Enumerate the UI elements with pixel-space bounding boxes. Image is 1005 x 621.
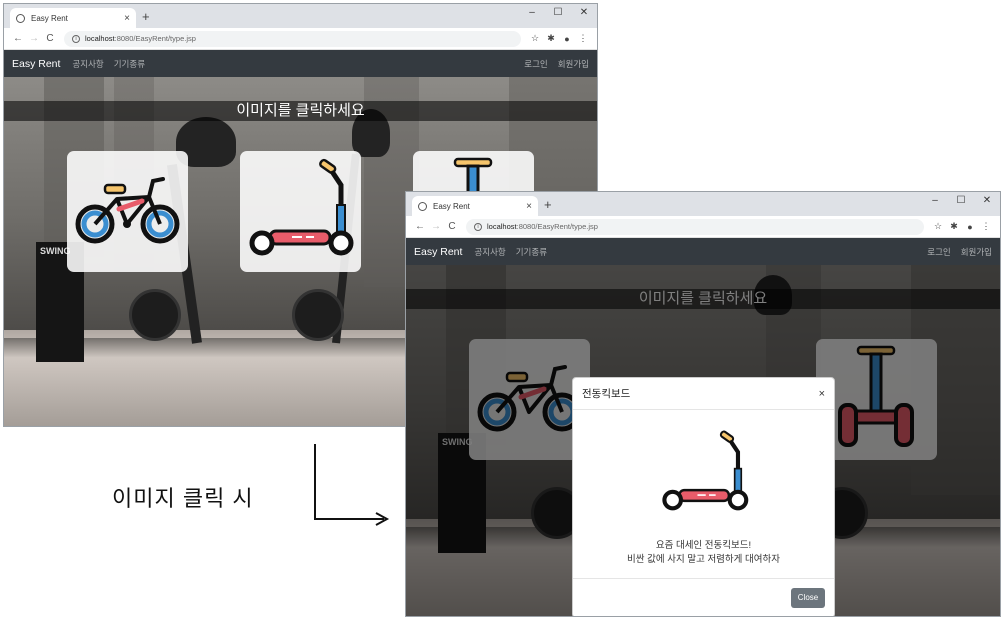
window-controls: – ☐ ✕ bbox=[519, 4, 597, 24]
modal-body: 요즘 대세인 전동킥보드! 비싼 값에 사지 말고 저렴하게 대여하자 bbox=[573, 410, 834, 578]
globe-icon bbox=[418, 201, 427, 211]
profile-icon[interactable]: ● bbox=[559, 34, 575, 44]
site-navbar: Easy Rent 공지사항 기기종류 로그인 회원가입 bbox=[406, 238, 1000, 265]
star-icon[interactable]: ☆ bbox=[930, 221, 946, 232]
profile-icon[interactable]: ● bbox=[962, 222, 978, 232]
brand-link[interactable]: Easy Rent bbox=[414, 246, 462, 258]
close-button[interactable]: Close bbox=[791, 588, 825, 608]
page-content: SWING 이미지를 클릭하세요 bbox=[406, 265, 1000, 616]
device-modal: 전동킥보드 × 요즘 대세인 전동킥보드! 비싼 값에 사지 말고 저렴하게 대… bbox=[572, 377, 835, 616]
modal-line-1: 요즘 대세인 전동킥보드! bbox=[655, 540, 752, 551]
browser-tab[interactable]: Easy Rent × bbox=[412, 196, 538, 216]
info-icon[interactable]: i bbox=[474, 222, 482, 231]
nav-link-login[interactable]: 로그인 bbox=[927, 246, 950, 258]
browser-tab[interactable]: Easy Rent × bbox=[10, 8, 136, 28]
info-icon[interactable]: i bbox=[72, 34, 80, 43]
nav-link-signup[interactable]: 회원가입 bbox=[558, 58, 589, 70]
back-icon[interactable]: ← bbox=[10, 33, 26, 44]
menu-icon[interactable]: ⋮ bbox=[575, 33, 591, 44]
caption-text: 이미지 클릭 시 bbox=[112, 486, 254, 511]
url-path: :8080/EasyRent/type.jsp bbox=[114, 33, 196, 43]
url-host: localhost bbox=[85, 33, 115, 43]
minimize-button[interactable]: – bbox=[519, 4, 545, 24]
maximize-button[interactable]: ☐ bbox=[948, 192, 974, 212]
address-bar-row: ← → C i localhost :8080/EasyRent/type.js… bbox=[406, 216, 1000, 238]
modal-header: 전동킥보드 × bbox=[573, 378, 834, 410]
browser-window-after: Easy Rent × + – ☐ ✕ ← → C i localhost :8… bbox=[405, 191, 1001, 617]
close-window-button[interactable]: ✕ bbox=[974, 192, 1000, 212]
menu-icon[interactable]: ⋮ bbox=[978, 221, 994, 232]
address-bar-row: ← → C i localhost :8080/EasyRent/type.js… bbox=[4, 28, 597, 50]
url-host: localhost bbox=[487, 221, 517, 231]
extensions-icon[interactable]: ✱ bbox=[946, 221, 962, 232]
new-tab-button[interactable]: + bbox=[142, 9, 150, 24]
nav-link-login[interactable]: 로그인 bbox=[524, 58, 547, 70]
bicycle-icon bbox=[75, 177, 180, 244]
arrow-right-icon bbox=[314, 444, 390, 526]
url-path: :8080/EasyRent/type.jsp bbox=[516, 221, 598, 231]
tab-strip: Easy Rent × + – ☐ ✕ bbox=[4, 4, 597, 28]
nav-link-notice[interactable]: 공지사항 bbox=[72, 58, 103, 70]
back-icon[interactable]: ← bbox=[412, 221, 428, 232]
modal-close-icon[interactable]: × bbox=[819, 388, 825, 400]
tab-title: Easy Rent bbox=[433, 201, 470, 211]
electric-scooter-icon bbox=[249, 158, 354, 256]
tab-strip: Easy Rent × + – ☐ ✕ bbox=[406, 192, 1000, 216]
card-electric-scooter[interactable] bbox=[240, 151, 361, 272]
instruction-banner: 이미지를 클릭하세요 bbox=[4, 101, 597, 121]
modal-title: 전동킥보드 bbox=[582, 388, 631, 400]
modal-line-2: 비싼 값에 사지 말고 저렴하게 대여하자 bbox=[626, 554, 781, 565]
electric-scooter-icon bbox=[662, 430, 749, 511]
reload-icon[interactable]: C bbox=[42, 33, 58, 44]
site-navbar: Easy Rent 공지사항 기기종류 로그인 회원가입 bbox=[4, 50, 597, 77]
url-field[interactable]: i localhost :8080/EasyRent/type.jsp bbox=[64, 30, 521, 47]
window-controls: – ☐ ✕ bbox=[922, 192, 1000, 212]
tab-title: Easy Rent bbox=[31, 13, 68, 23]
minimize-button[interactable]: – bbox=[922, 192, 948, 212]
nav-link-signup[interactable]: 회원가입 bbox=[961, 246, 992, 258]
card-bicycle[interactable] bbox=[67, 151, 188, 272]
reload-icon[interactable]: C bbox=[444, 221, 460, 232]
new-tab-button[interactable]: + bbox=[544, 197, 552, 212]
nav-link-device-types[interactable]: 기기종류 bbox=[114, 58, 145, 70]
url-field[interactable]: i localhost :8080/EasyRent/type.jsp bbox=[466, 218, 924, 235]
modal-footer: Close bbox=[573, 578, 834, 616]
maximize-button[interactable]: ☐ bbox=[545, 4, 571, 24]
forward-icon[interactable]: → bbox=[428, 221, 444, 232]
globe-icon bbox=[16, 13, 25, 23]
nav-link-device-types[interactable]: 기기종류 bbox=[516, 246, 547, 258]
close-window-button[interactable]: ✕ bbox=[571, 4, 597, 24]
star-icon[interactable]: ☆ bbox=[527, 33, 543, 44]
modal-description: 요즘 대세인 전동킥보드! 비싼 값에 사지 말고 저렴하게 대여하자 bbox=[573, 539, 834, 567]
forward-icon[interactable]: → bbox=[26, 33, 42, 44]
tab-close-icon[interactable]: × bbox=[124, 13, 130, 24]
tab-close-icon[interactable]: × bbox=[526, 201, 532, 212]
extensions-icon[interactable]: ✱ bbox=[543, 33, 559, 44]
nav-link-notice[interactable]: 공지사항 bbox=[474, 246, 505, 258]
brand-link[interactable]: Easy Rent bbox=[12, 58, 60, 70]
